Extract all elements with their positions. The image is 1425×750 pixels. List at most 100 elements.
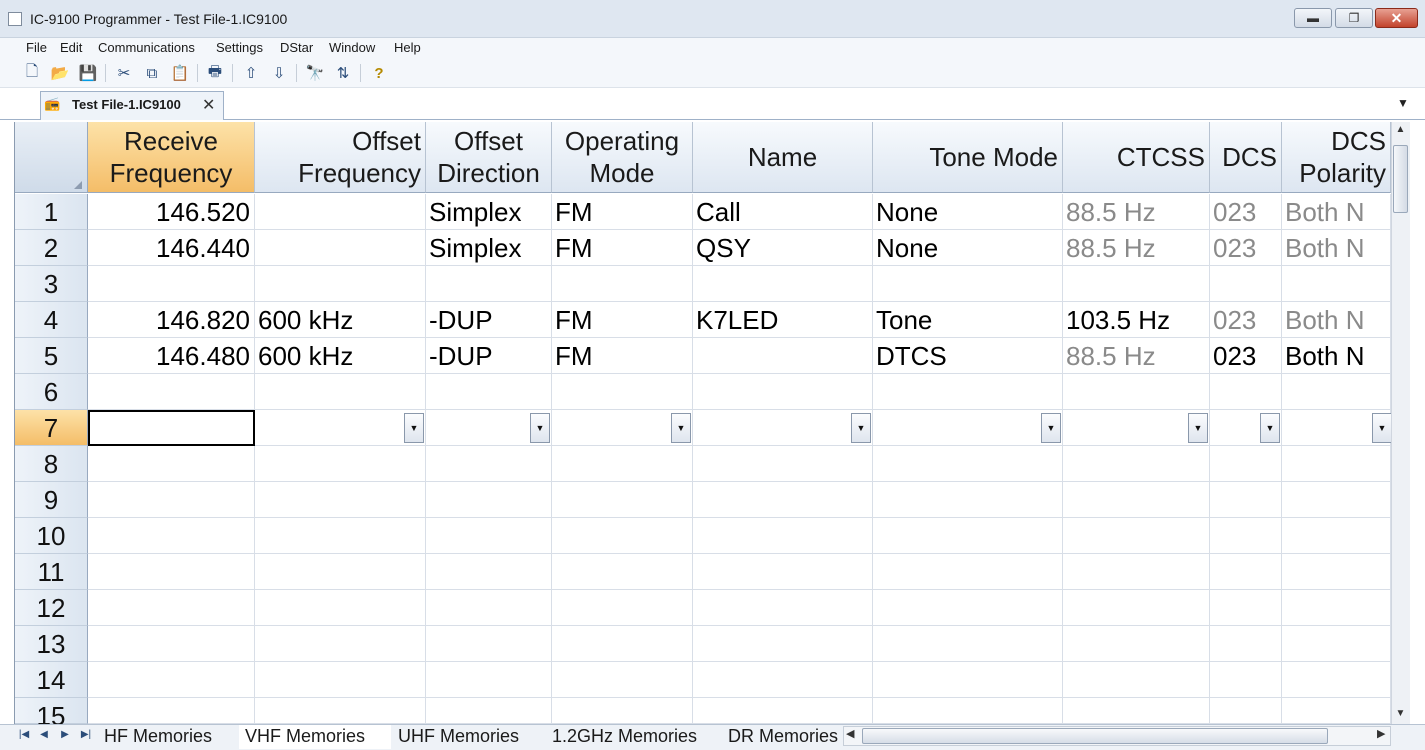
- new-file-icon[interactable]: 🗋: [23, 63, 41, 82]
- dropdown-arrow-icon[interactable]: ▼: [404, 413, 424, 443]
- cell-ctcss[interactable]: [1063, 446, 1210, 482]
- menu-edit[interactable]: Edit: [60, 39, 82, 61]
- cell-operating-mode[interactable]: FM: [552, 230, 693, 266]
- cell-name[interactable]: [693, 554, 873, 590]
- cell-tone-mode[interactable]: None: [873, 194, 1063, 230]
- scroll-left-icon[interactable]: ◀: [846, 727, 854, 740]
- cell-tone-mode[interactable]: [873, 554, 1063, 590]
- move-down-icon[interactable]: ⇩: [270, 64, 288, 82]
- cell-ctcss[interactable]: [1063, 662, 1210, 698]
- column-header-operating-mode[interactable]: Operating Mode: [552, 122, 693, 193]
- vertical-scroll-thumb[interactable]: [1393, 145, 1408, 213]
- cell-operating-mode[interactable]: [552, 446, 693, 482]
- cell-receive-frequency[interactable]: [88, 374, 255, 410]
- cell-offset-frequency[interactable]: [255, 446, 426, 482]
- cell-name[interactable]: [693, 482, 873, 518]
- cell-receive-frequency[interactable]: 146.820: [88, 302, 255, 338]
- print-icon[interactable]: 🖶: [206, 63, 224, 82]
- first-sheet-icon[interactable]: |◀: [18, 726, 30, 744]
- row-header[interactable]: 14: [15, 662, 88, 698]
- cell-tone-mode[interactable]: [873, 626, 1063, 662]
- cell-operating-mode[interactable]: FM: [552, 302, 693, 338]
- cell-receive-frequency[interactable]: 146.480: [88, 338, 255, 374]
- cell-offset-direction[interactable]: Simplex: [426, 194, 552, 230]
- cell-receive-frequency[interactable]: [88, 518, 255, 554]
- cell-dcs[interactable]: [1210, 662, 1282, 698]
- find-icon[interactable]: 🔭: [306, 64, 325, 82]
- cell-offset-direction[interactable]: [426, 482, 552, 518]
- cell-offset-direction[interactable]: [426, 518, 552, 554]
- sheet-tab-uhf[interactable]: UHF Memories: [392, 725, 544, 749]
- column-header-receive-frequency[interactable]: Receive Frequency: [88, 122, 255, 193]
- cell-operating-mode[interactable]: [552, 662, 693, 698]
- cell-operating-mode[interactable]: [552, 554, 693, 590]
- menu-file[interactable]: File: [26, 39, 47, 61]
- cell-operating-mode[interactable]: [552, 374, 693, 410]
- cell-tone-mode[interactable]: DTCS: [873, 338, 1063, 374]
- cell-operating-mode[interactable]: [552, 590, 693, 626]
- cell-dcs[interactable]: 023: [1210, 194, 1282, 230]
- cell-dcs[interactable]: [1210, 446, 1282, 482]
- maximize-button[interactable]: ❐: [1335, 8, 1373, 28]
- cell-dcs-polarity[interactable]: [1282, 626, 1391, 662]
- menu-window[interactable]: Window: [329, 39, 375, 61]
- dropdown-arrow-icon[interactable]: ▼: [530, 413, 550, 443]
- cell-receive-frequency[interactable]: [88, 410, 255, 446]
- cell-offset-direction[interactable]: [426, 266, 552, 302]
- cell-dcs[interactable]: [1210, 266, 1282, 302]
- cell-name[interactable]: [693, 626, 873, 662]
- column-header-dcs-polarity[interactable]: DCS Polarity: [1282, 122, 1391, 193]
- column-header-offset-direction[interactable]: Offset Direction: [426, 122, 552, 193]
- cell-receive-frequency[interactable]: [88, 482, 255, 518]
- cell-offset-frequency[interactable]: [255, 698, 426, 724]
- cell-tone-mode[interactable]: [873, 698, 1063, 724]
- cell-operating-mode[interactable]: [552, 626, 693, 662]
- cell-offset-frequency[interactable]: [255, 266, 426, 302]
- cell-ctcss[interactable]: [1063, 554, 1210, 590]
- cell-receive-frequency[interactable]: 146.520: [88, 194, 255, 230]
- cell-offset-direction[interactable]: [426, 446, 552, 482]
- cell-operating-mode[interactable]: [552, 482, 693, 518]
- cell-operating-mode[interactable]: [552, 518, 693, 554]
- cell-receive-frequency[interactable]: [88, 266, 255, 302]
- cell-name[interactable]: [693, 338, 873, 374]
- close-button[interactable]: ✕: [1375, 8, 1418, 28]
- cell-name[interactable]: QSY: [693, 230, 873, 266]
- cell-offset-frequency[interactable]: [255, 590, 426, 626]
- cell-dcs[interactable]: [1210, 554, 1282, 590]
- cell-dcs-polarity[interactable]: Both N: [1282, 338, 1391, 374]
- row-header[interactable]: 12: [15, 590, 88, 626]
- row-header[interactable]: 1: [15, 194, 88, 230]
- cell-name[interactable]: [693, 410, 873, 446]
- help-icon[interactable]: ?: [370, 64, 388, 82]
- cell-dcs-polarity[interactable]: [1282, 374, 1391, 410]
- cell-tone-mode[interactable]: [873, 266, 1063, 302]
- row-header[interactable]: 10: [15, 518, 88, 554]
- scroll-right-icon[interactable]: ▶: [1377, 727, 1385, 740]
- cell-ctcss[interactable]: 88.5 Hz: [1063, 338, 1210, 374]
- cell-ctcss[interactable]: 88.5 Hz: [1063, 230, 1210, 266]
- sheet-tab-1-2ghz[interactable]: 1.2GHz Memories: [546, 725, 720, 749]
- cell-receive-frequency[interactable]: [88, 626, 255, 662]
- cell-dcs[interactable]: [1210, 590, 1282, 626]
- cell-operating-mode[interactable]: FM: [552, 338, 693, 374]
- cell-dcs-polarity[interactable]: [1282, 266, 1391, 302]
- paste-icon[interactable]: 📋: [171, 64, 190, 82]
- cell-receive-frequency[interactable]: 146.440: [88, 230, 255, 266]
- row-header[interactable]: 5: [15, 338, 88, 374]
- column-header-tone-mode[interactable]: Tone Mode: [873, 122, 1063, 193]
- row-header[interactable]: 11: [15, 554, 88, 590]
- cell-operating-mode[interactable]: [552, 698, 693, 724]
- row-header[interactable]: 3: [15, 266, 88, 302]
- cell-tone-mode[interactable]: [873, 446, 1063, 482]
- cell-tone-mode[interactable]: [873, 410, 1063, 446]
- cell-dcs-polarity[interactable]: Both N: [1282, 230, 1391, 266]
- cell-receive-frequency[interactable]: [88, 662, 255, 698]
- cell-name[interactable]: [693, 446, 873, 482]
- cell-tone-mode[interactable]: Tone: [873, 302, 1063, 338]
- cell-receive-frequency[interactable]: [88, 446, 255, 482]
- cell-tone-mode[interactable]: None: [873, 230, 1063, 266]
- horizontal-scroll-thumb[interactable]: [862, 728, 1328, 744]
- cell-name[interactable]: [693, 590, 873, 626]
- row-header[interactable]: 7: [15, 410, 88, 446]
